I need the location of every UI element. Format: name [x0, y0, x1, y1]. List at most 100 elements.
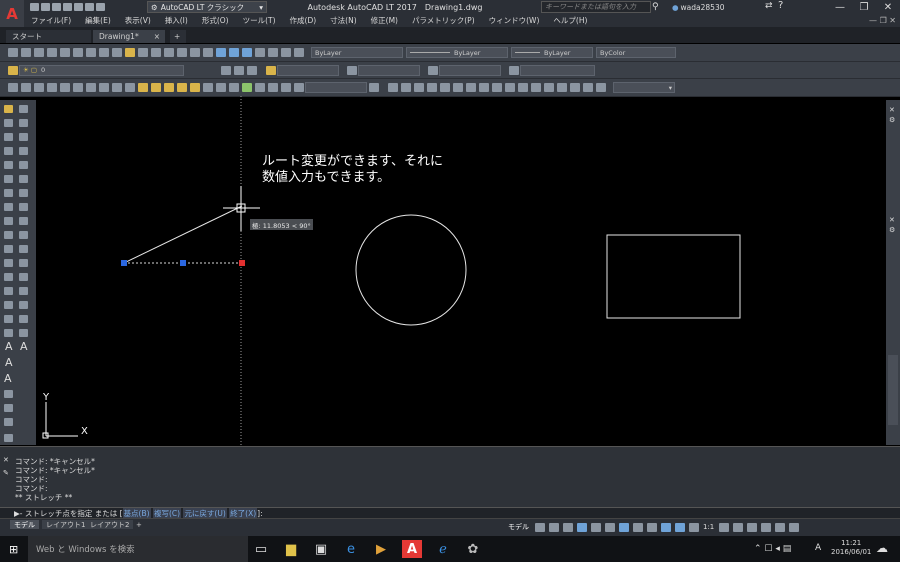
- object-snap-tracking-icon[interactable]: [604, 522, 615, 532]
- hardware-acceleration-icon[interactable]: [760, 522, 771, 532]
- polyline-icon[interactable]: [33, 83, 44, 92]
- revcloud-icon[interactable]: [98, 83, 109, 92]
- object-snap-icon[interactable]: [618, 522, 629, 532]
- xline-icon[interactable]: [20, 83, 31, 92]
- clean-screen-icon[interactable]: [774, 522, 785, 532]
- hatch-icon[interactable]: [4, 301, 13, 309]
- autocad-taskbar-icon[interactable]: A: [402, 540, 422, 558]
- text-style-icon[interactable]: [265, 65, 276, 75]
- ellipse-icon[interactable]: [4, 231, 13, 239]
- wrench-icon[interactable]: ✎: [3, 469, 9, 477]
- annotation-visibility-icon[interactable]: [660, 522, 671, 532]
- tab-layout1[interactable]: レイアウト1: [42, 520, 90, 529]
- sign-in-area[interactable]: ● wada28530: [672, 0, 725, 14]
- dim-radius-icon[interactable]: [189, 83, 200, 92]
- dim-style-icon[interactable]: [346, 65, 357, 75]
- annotation-scale-icon[interactable]: [688, 522, 699, 532]
- properties-icon[interactable]: [215, 48, 226, 57]
- lineweight-dropdown[interactable]: ByLayer: [511, 47, 593, 58]
- dim-update-icon[interactable]: [368, 83, 379, 92]
- menu-format[interactable]: 形式(O): [195, 15, 236, 26]
- explode-icon[interactable]: [19, 315, 28, 323]
- arc-icon[interactable]: [4, 175, 13, 183]
- regen-icon[interactable]: [595, 83, 606, 92]
- dim-ordinate-icon[interactable]: [176, 83, 187, 92]
- extend-icon[interactable]: [19, 245, 28, 253]
- osnap-parallel-icon[interactable]: [504, 83, 515, 92]
- settings-icon[interactable]: ⚙: [889, 116, 895, 124]
- drawing-canvas[interactable]: [36, 96, 886, 446]
- polar-icon[interactable]: [576, 522, 587, 532]
- mleader-style-dropdown[interactable]: [520, 64, 595, 76]
- rectangle-icon[interactable]: [59, 83, 70, 92]
- match-properties-icon[interactable]: [124, 48, 135, 57]
- arc-icon[interactable]: [72, 83, 83, 92]
- isodraft-icon[interactable]: [590, 522, 601, 532]
- dim-edit-icon[interactable]: [293, 83, 304, 92]
- text-style-dropdown[interactable]: [277, 64, 339, 76]
- cart-icon[interactable]: ⇄: [765, 1, 773, 11]
- dtext-icon[interactable]: A: [20, 340, 28, 353]
- internet-explorer-icon[interactable]: ℯ: [434, 540, 452, 558]
- chamfer-icon[interactable]: [19, 287, 28, 295]
- mleader-style-icon[interactable]: [508, 65, 519, 75]
- paste-icon[interactable]: [111, 48, 122, 57]
- pan-icon[interactable]: [163, 48, 174, 57]
- color-dropdown[interactable]: ByLayer: [311, 47, 403, 58]
- preview-icon[interactable]: [59, 48, 70, 57]
- grid-icon[interactable]: [534, 522, 545, 532]
- mirror-icon[interactable]: [19, 133, 28, 141]
- find-icon[interactable]: [4, 390, 13, 398]
- gradient-icon[interactable]: [4, 315, 13, 323]
- dim-diameter-icon[interactable]: [202, 83, 213, 92]
- menu-file[interactable]: ファイル(F): [24, 15, 78, 26]
- grip-hot[interactable]: [239, 260, 245, 266]
- option-undo[interactable]: 元に戻す(U): [183, 507, 227, 519]
- menu-view[interactable]: 表示(V): [118, 15, 158, 26]
- close-icon[interactable]: ✕: [889, 216, 895, 224]
- ortho-icon[interactable]: [562, 522, 573, 532]
- media-player-icon[interactable]: ▶: [372, 540, 390, 558]
- array-icon[interactable]: [19, 161, 28, 169]
- layer-properties-icon[interactable]: [7, 65, 18, 75]
- new-icon[interactable]: [7, 48, 18, 57]
- workspace-selector[interactable]: ⚙ AutoCAD LT クラシック ▾: [147, 1, 267, 13]
- app-icon[interactable]: ✿: [464, 540, 482, 558]
- windows-start-icon[interactable]: ⊞: [9, 543, 18, 556]
- weather-icon[interactable]: ☁: [876, 541, 888, 555]
- osnap-nearest-icon[interactable]: [530, 83, 541, 92]
- osnap-apparent-icon[interactable]: [426, 83, 437, 92]
- polyline-icon[interactable]: [4, 133, 13, 141]
- fillet-icon[interactable]: [19, 301, 28, 309]
- circle-icon[interactable]: [4, 189, 13, 197]
- layer-dropdown[interactable]: ☀ ▢ 0: [19, 64, 184, 76]
- snap-icon[interactable]: [548, 522, 559, 532]
- clock[interactable]: 11:21 2016/06/01: [831, 539, 871, 557]
- spline-icon[interactable]: [111, 83, 122, 92]
- plotstyle-dropdown[interactable]: ByColor: [596, 47, 676, 58]
- osnap-extension-icon[interactable]: [439, 83, 450, 92]
- zoom-window-icon[interactable]: [189, 48, 200, 57]
- scale-icon[interactable]: [19, 203, 28, 211]
- mtext-icon[interactable]: A: [5, 340, 13, 353]
- minimize-button[interactable]: —: [828, 0, 852, 14]
- join-icon[interactable]: [19, 273, 28, 281]
- add-layout-icon[interactable]: +: [132, 520, 146, 529]
- new-tab-button[interactable]: +: [170, 30, 186, 43]
- circle-entity[interactable]: [355, 214, 467, 326]
- osnap-tangent-icon[interactable]: [478, 83, 489, 92]
- linetype-dropdown[interactable]: ByLayer: [406, 47, 508, 58]
- offset-icon[interactable]: [19, 147, 28, 155]
- center-mark-icon[interactable]: [280, 83, 291, 92]
- option-copy[interactable]: 複写(C): [152, 507, 182, 519]
- osnap-endpoint-icon[interactable]: [387, 83, 398, 92]
- redo-icon[interactable]: [150, 48, 161, 57]
- text-edit-icon[interactable]: A: [5, 356, 13, 369]
- taskbar-search[interactable]: Web と Windows を検索: [28, 536, 248, 562]
- redo-icon[interactable]: [96, 3, 105, 11]
- customize-menu-icon[interactable]: [788, 522, 799, 532]
- tolerance-icon[interactable]: [267, 83, 278, 92]
- ellipse-icon[interactable]: [124, 83, 135, 92]
- rectangle-entity[interactable]: [606, 234, 741, 319]
- dim-arc-icon[interactable]: [163, 83, 174, 92]
